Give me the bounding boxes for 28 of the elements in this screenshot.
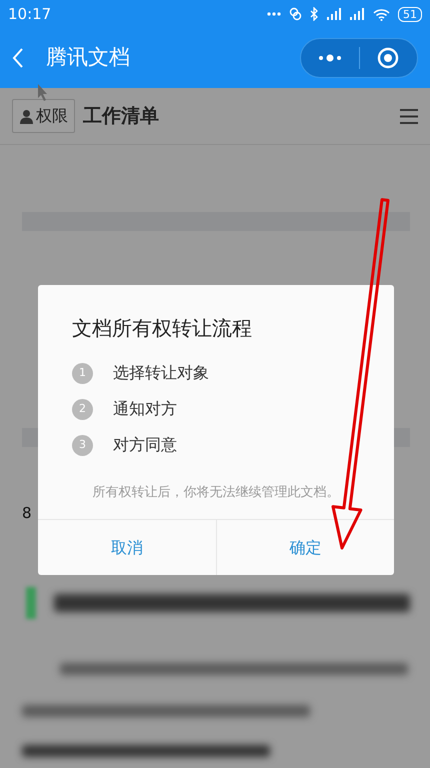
step-label: 选择转让对象 bbox=[113, 362, 209, 384]
row-number: 8 bbox=[22, 503, 33, 524]
sync-icon bbox=[289, 7, 302, 21]
page-title: 腾讯文档 bbox=[46, 44, 130, 72]
signal-icon bbox=[327, 8, 342, 20]
permission-button[interactable]: 权限 bbox=[12, 99, 75, 133]
bluetooth-icon bbox=[310, 7, 319, 21]
signal-icon bbox=[350, 8, 365, 20]
step-number: 2 bbox=[72, 398, 93, 420]
status-time: 10:17 bbox=[8, 4, 52, 25]
menu-icon[interactable] bbox=[400, 108, 418, 124]
step-number: 1 bbox=[72, 362, 93, 384]
wifi-icon bbox=[373, 8, 390, 20]
more-status-icon bbox=[267, 12, 281, 16]
confirm-button[interactable]: 确定 bbox=[216, 520, 394, 575]
more-icon bbox=[316, 54, 343, 62]
cursor-icon bbox=[38, 84, 47, 101]
dialog-title: 文档所有权转让流程 bbox=[71, 315, 253, 342]
step-label: 对方同意 bbox=[113, 434, 177, 456]
cancel-button[interactable]: 取消 bbox=[38, 520, 216, 575]
back-icon[interactable] bbox=[12, 47, 24, 69]
step-label: 通知对方 bbox=[113, 398, 177, 420]
dialog-note: 所有权转让后，你将无法继续管理此文档。 bbox=[92, 484, 340, 502]
target-icon bbox=[377, 47, 400, 69]
document-title: 工作清单 bbox=[83, 104, 159, 129]
battery-level: 51 bbox=[398, 6, 422, 22]
step-number: 3 bbox=[72, 434, 93, 456]
person-icon bbox=[19, 108, 34, 124]
